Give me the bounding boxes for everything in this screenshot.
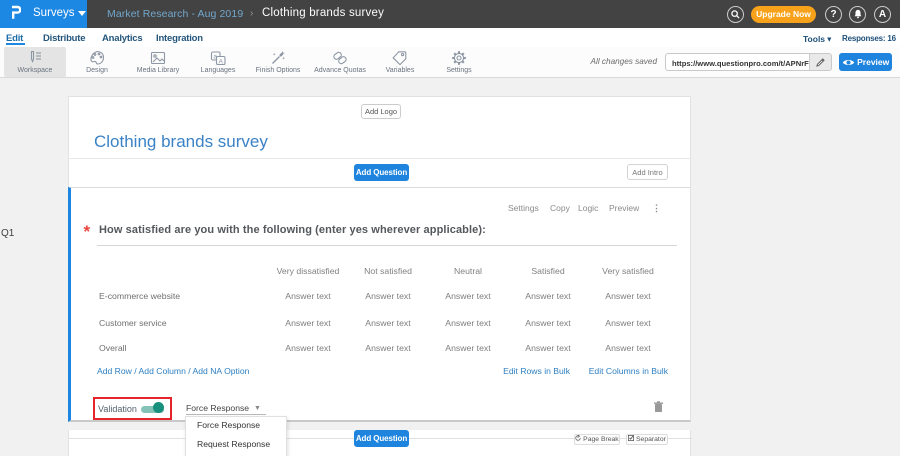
svg-text:a: a xyxy=(213,53,217,60)
svg-text:A: A xyxy=(219,58,224,65)
